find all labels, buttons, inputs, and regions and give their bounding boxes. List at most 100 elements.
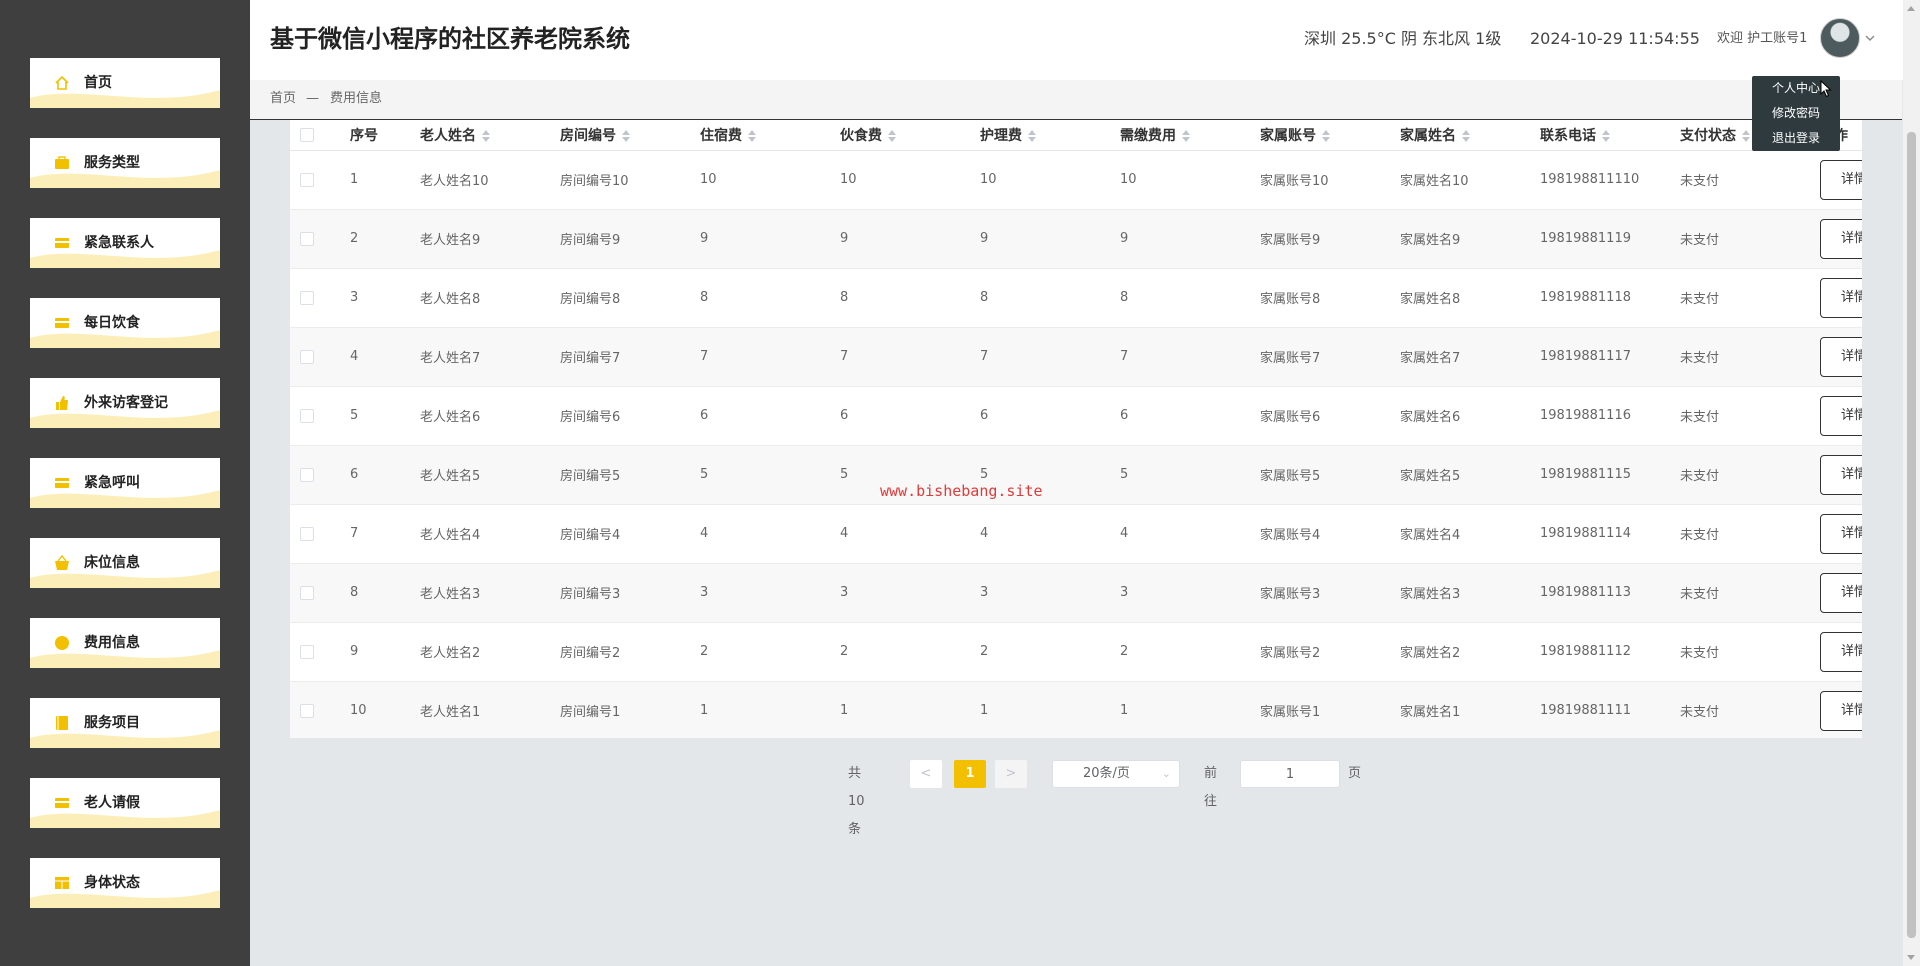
column-header[interactable]: 家属姓名 bbox=[1400, 120, 1540, 151]
detail-button[interactable]: 详情 bbox=[1820, 336, 1862, 377]
sort-icon[interactable] bbox=[1462, 129, 1470, 143]
table-cell: 家属姓名8 bbox=[1400, 268, 1540, 328]
sidebar-item[interactable]: 身体状态 bbox=[30, 858, 220, 908]
table-cell: 家属姓名4 bbox=[1400, 504, 1540, 564]
row-checkbox[interactable] bbox=[300, 290, 314, 305]
detail-button[interactable]: 详情 bbox=[1820, 218, 1862, 259]
sidebar-item[interactable]: 床位信息 bbox=[30, 538, 220, 588]
table-cell: 7 bbox=[840, 327, 980, 387]
sidebar-item-label: 服务项目 bbox=[84, 715, 140, 731]
sort-icon[interactable] bbox=[482, 129, 490, 143]
table-cell: 8 bbox=[980, 268, 1120, 328]
scroll-down-icon[interactable] bbox=[1907, 955, 1915, 960]
sort-icon[interactable] bbox=[748, 129, 756, 143]
column-header[interactable]: 老人姓名 bbox=[420, 120, 560, 151]
sidebar-item[interactable]: 外来访客登记 bbox=[30, 378, 220, 428]
row-checkbox[interactable] bbox=[300, 703, 314, 718]
detail-button[interactable]: 详情 bbox=[1820, 159, 1862, 200]
prev-page-button[interactable]: < bbox=[910, 760, 942, 788]
table-cell: 未支付 bbox=[1680, 681, 1820, 738]
sidebar-item[interactable]: 费用信息 bbox=[30, 618, 220, 668]
action-cell: 详情 bbox=[1820, 622, 1862, 682]
user-menu-logout[interactable]: 退出登录 bbox=[1752, 126, 1840, 151]
sort-icon[interactable] bbox=[1182, 129, 1190, 143]
table-cell: 6 bbox=[700, 386, 840, 446]
column-header[interactable]: 护理费 bbox=[980, 120, 1120, 151]
detail-button[interactable]: 详情 bbox=[1820, 454, 1862, 495]
sidebar-item[interactable]: 服务类型 bbox=[30, 138, 220, 188]
select-all-checkbox[interactable] bbox=[300, 127, 314, 142]
scrollbar-thumb[interactable] bbox=[1907, 132, 1916, 938]
sidebar-item[interactable]: 每日饮食 bbox=[30, 298, 220, 348]
detail-button[interactable]: 详情 bbox=[1820, 572, 1862, 613]
sort-icon[interactable] bbox=[1602, 129, 1610, 143]
table-row: 6 老人姓名5 房间编号5 5 5 5 5 家属账号5 家属姓名5 19819881115 未支付详… bbox=[290, 445, 1862, 505]
column-header[interactable]: 家属账号 bbox=[1260, 120, 1400, 151]
table-cell: 家属姓名1 bbox=[1400, 681, 1540, 738]
page-size-value: 20条/页 bbox=[1083, 766, 1130, 781]
scroll-up-icon[interactable] bbox=[1907, 6, 1915, 11]
row-checkbox[interactable] bbox=[300, 349, 314, 364]
table-cell: 9 bbox=[1120, 209, 1260, 269]
chevron-down-icon[interactable] bbox=[1864, 32, 1876, 44]
detail-button[interactable]: 详情 bbox=[1820, 277, 1862, 318]
table-cell: 家属姓名10 bbox=[1400, 150, 1540, 210]
column-header[interactable]: 需缴费用 bbox=[1120, 120, 1260, 151]
row-checkbox[interactable] bbox=[300, 408, 314, 423]
table-cell: 7 bbox=[350, 504, 420, 564]
table-cell: 4 bbox=[700, 504, 840, 564]
detail-button[interactable]: 详情 bbox=[1820, 690, 1862, 731]
page-number-button[interactable]: 1 bbox=[954, 760, 986, 788]
user-menu-change-password[interactable]: 修改密码 bbox=[1752, 101, 1840, 126]
avatar[interactable] bbox=[1820, 18, 1860, 58]
sidebar-item[interactable]: 紧急呼叫 bbox=[30, 458, 220, 508]
detail-button[interactable]: 详情 bbox=[1820, 513, 1862, 554]
row-checkbox[interactable] bbox=[300, 172, 314, 187]
sort-icon[interactable] bbox=[888, 129, 896, 143]
table-cell: 房间编号9 bbox=[560, 209, 700, 269]
table-cell: 老人姓名5 bbox=[420, 445, 560, 505]
table-cell: 7 bbox=[980, 327, 1120, 387]
action-cell: 详情 bbox=[1820, 327, 1862, 387]
sort-icon[interactable] bbox=[1322, 129, 1330, 143]
column-header[interactable]: 住宿费 bbox=[700, 120, 840, 151]
table-cell: 房间编号5 bbox=[560, 445, 700, 505]
column-header[interactable]: 联系电话 bbox=[1540, 120, 1680, 151]
sidebar-item-label: 费用信息 bbox=[84, 635, 140, 651]
column-header[interactable]: 伙食费 bbox=[840, 120, 980, 151]
sidebar-item[interactable]: 老人请假 bbox=[30, 778, 220, 828]
row-checkbox-cell bbox=[290, 504, 350, 564]
breadcrumb-home[interactable]: 首页 bbox=[270, 90, 296, 108]
table-cell: 房间编号7 bbox=[560, 327, 700, 387]
next-page-button[interactable]: > bbox=[995, 760, 1027, 788]
row-checkbox[interactable] bbox=[300, 467, 314, 482]
sidebar-item[interactable]: 首页 bbox=[30, 58, 220, 108]
table-cell: 19819881114 bbox=[1540, 504, 1680, 564]
sidebar-item-label: 服务类型 bbox=[84, 155, 140, 171]
sidebar-item-label: 老人请假 bbox=[84, 795, 140, 811]
sort-icon[interactable] bbox=[622, 129, 630, 143]
page-scrollbar[interactable] bbox=[1903, 0, 1920, 966]
circle-icon bbox=[54, 635, 70, 651]
detail-button[interactable]: 详情 bbox=[1820, 395, 1862, 436]
row-checkbox[interactable] bbox=[300, 526, 314, 541]
card-icon bbox=[54, 315, 70, 331]
sort-icon[interactable] bbox=[1028, 129, 1036, 143]
page-size-select[interactable]: 20条/页 ⌄ bbox=[1052, 760, 1180, 788]
table-cell: 家属账号8 bbox=[1260, 268, 1400, 328]
goto-page-input[interactable] bbox=[1240, 760, 1340, 788]
table-cell: 8 bbox=[350, 563, 420, 623]
row-checkbox[interactable] bbox=[300, 644, 314, 659]
row-checkbox[interactable] bbox=[300, 231, 314, 246]
mouse-cursor-icon bbox=[1820, 79, 1832, 102]
row-checkbox[interactable] bbox=[300, 585, 314, 600]
detail-button[interactable]: 详情 bbox=[1820, 631, 1862, 672]
sidebar-item[interactable]: 服务项目 bbox=[30, 698, 220, 748]
table-cell: 19819881116 bbox=[1540, 386, 1680, 446]
action-cell: 详情 bbox=[1820, 681, 1862, 738]
table-cell: 家属账号3 bbox=[1260, 563, 1400, 623]
sidebar-item[interactable]: 紧急联系人 bbox=[30, 218, 220, 268]
table-cell: 老人姓名8 bbox=[420, 268, 560, 328]
column-header[interactable]: 房间编号 bbox=[560, 120, 700, 151]
sort-icon[interactable] bbox=[1742, 129, 1750, 143]
